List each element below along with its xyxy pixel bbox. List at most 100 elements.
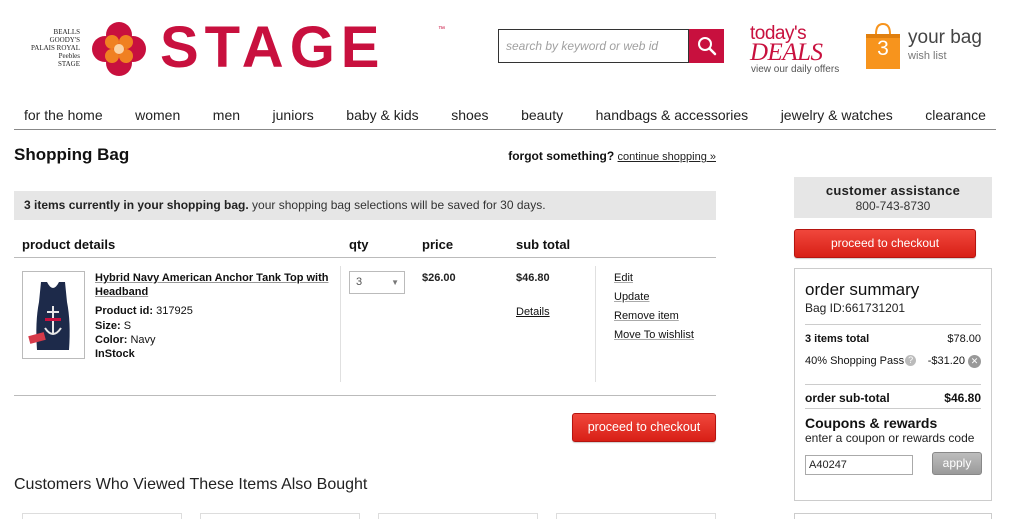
divider — [805, 408, 981, 409]
brand-stage: STAGE — [58, 60, 80, 68]
column-product-details: product details — [22, 237, 116, 252]
recommendation-tile[interactable] — [22, 513, 182, 519]
search-box — [498, 29, 689, 63]
items-total-label: 3 items total — [805, 333, 870, 345]
item-subtotal: $46.80 — [516, 272, 550, 284]
search-icon — [697, 37, 716, 56]
product-name-link[interactable]: Hybrid Navy American Anchor Tank Top wit… — [95, 271, 340, 299]
proceed-to-checkout-button[interactable]: proceed to checkout — [572, 413, 716, 442]
close-icon[interactable]: ✕ — [968, 355, 981, 368]
customer-assistance-title: customer assistance — [825, 183, 961, 198]
quantity-select[interactable]: 3 ▼ — [349, 271, 405, 294]
recommendation-tile[interactable] — [378, 513, 538, 519]
nav-baby-kids[interactable]: baby & kids — [346, 100, 418, 129]
deals-line2: DEALS — [750, 39, 823, 66]
page-title: Shopping Bag — [14, 145, 130, 164]
items-total-value: $78.00 — [947, 333, 981, 345]
items-count-text: 3 items currently in your shopping bag. — [24, 198, 249, 212]
wish-list-link[interactable]: wish list — [908, 50, 947, 62]
product-color: Color: Navy — [95, 334, 156, 346]
apply-button[interactable]: apply — [932, 452, 982, 475]
stage-flower-logo-icon[interactable] — [92, 22, 146, 76]
nav-handbags-accessories[interactable]: handbags & accessories — [596, 100, 749, 129]
tank-top-image — [28, 282, 70, 350]
continue-shopping-link[interactable]: continue shopping » — [618, 151, 716, 163]
search-button[interactable] — [689, 29, 724, 63]
main-nav: for the home women men juniors baby & ki… — [14, 100, 996, 130]
nav-clearance[interactable]: clearance — [925, 100, 986, 129]
items-saved-text: your shopping bag selections will be sav… — [248, 198, 546, 212]
bag-count[interactable]: 3 — [866, 38, 900, 60]
sister-brands: BEALLS GOODY'S PALAIS ROYAL Peebles STAG… — [22, 28, 80, 68]
divider — [805, 384, 981, 385]
order-summary: order summary Bag ID:661731201 3 items t… — [794, 268, 992, 501]
color-label: Color: — [95, 334, 128, 346]
trademark-mark: ™ — [438, 26, 445, 33]
product-image[interactable] — [22, 271, 85, 359]
help-icon[interactable]: ? — [905, 355, 917, 366]
bag-id: Bag ID:661731201 — [805, 301, 906, 315]
search-input[interactable] — [499, 30, 688, 62]
divider — [805, 324, 981, 325]
order-summary-title: order summary — [805, 280, 920, 299]
promo-value: -$31.20 — [927, 355, 965, 367]
promo-label: 40% Shopping Pass — [805, 355, 905, 367]
stock-status: InStock — [95, 348, 135, 360]
nav-for-the-home[interactable]: for the home — [24, 100, 103, 129]
brand-palais-royal: PALAIS ROYAL — [31, 44, 80, 52]
chevron-down-icon: ▼ — [391, 278, 399, 287]
stage-logo[interactable]: STAGE — [160, 16, 386, 80]
product-id-value: 317925 — [156, 305, 193, 317]
column-sub-total: sub total — [516, 237, 571, 252]
column-qty: qty — [349, 237, 369, 252]
quantity-value: 3 — [356, 276, 363, 288]
table-row: Hybrid Navy American Anchor Tank Top wit… — [14, 258, 716, 396]
product-name[interactable]: Hybrid Navy American Anchor Tank Top wit… — [95, 272, 328, 298]
remove-item-link[interactable]: Remove item — [614, 310, 679, 322]
deals-line3: view our daily offers — [751, 64, 840, 75]
nav-women[interactable]: women — [135, 100, 180, 129]
product-id-label: Product id: — [95, 305, 154, 317]
promo-row: 40% Shopping Pass? -$31.20 ✕ — [805, 355, 981, 368]
nav-juniors[interactable]: juniors — [273, 100, 314, 129]
details-link[interactable]: Details — [516, 306, 550, 318]
move-to-wishlist-link[interactable]: Move To wishlist — [614, 329, 694, 341]
color-value: Navy — [130, 334, 156, 346]
nav-shoes[interactable]: shoes — [451, 100, 488, 129]
column-divider — [340, 266, 341, 382]
your-bag-link[interactable]: your bag — [908, 27, 982, 49]
sidebar-box — [794, 513, 992, 519]
nav-jewelry-watches[interactable]: jewelry & watches — [781, 100, 893, 129]
subtotal-row: order sub-total $46.80 — [805, 391, 981, 405]
coupon-input[interactable] — [805, 455, 913, 475]
column-divider — [595, 266, 596, 382]
recommendation-tile[interactable] — [200, 513, 360, 519]
item-price: $26.00 — [422, 272, 456, 284]
update-link[interactable]: Update — [614, 291, 649, 303]
nav-beauty[interactable]: beauty — [521, 100, 563, 129]
customer-assistance-phone[interactable]: 800-743-8730 — [794, 199, 992, 213]
brand-bealls: BEALLS — [53, 28, 80, 36]
coupons-subtitle: enter a coupon or rewards code — [805, 431, 975, 445]
table-header: product details qty price sub total — [14, 234, 716, 258]
items-total-row: 3 items total $78.00 — [805, 333, 981, 345]
items-banner: 3 items currently in your shopping bag. … — [14, 191, 716, 220]
product-id: Product id: 317925 — [95, 305, 193, 317]
subtotal-value: $46.80 — [944, 391, 981, 405]
size-value: S — [123, 320, 132, 332]
forgot-label: forgot something? — [508, 149, 615, 163]
todays-deals-link[interactable]: today's DEALS view our daily offers — [750, 24, 850, 76]
nav-men[interactable]: men — [213, 100, 240, 129]
proceed-to-checkout-button[interactable]: proceed to checkout — [794, 229, 976, 258]
product-size: Size: S — [95, 320, 131, 332]
recommendation-tile[interactable] — [556, 513, 716, 519]
brand-goodys: GOODY'S — [49, 36, 80, 44]
size-label: Size: — [95, 320, 121, 332]
subtotal-label: order sub-total — [805, 391, 890, 405]
customer-assistance: customer assistance 800-743-8730 — [794, 177, 992, 218]
coupons-title: Coupons & rewards — [805, 415, 938, 431]
column-price: price — [422, 237, 454, 252]
brand-peebles: Peebles — [58, 52, 80, 60]
forgot-something: forgot something? continue shopping » — [508, 149, 716, 163]
edit-link[interactable]: Edit — [614, 272, 633, 284]
